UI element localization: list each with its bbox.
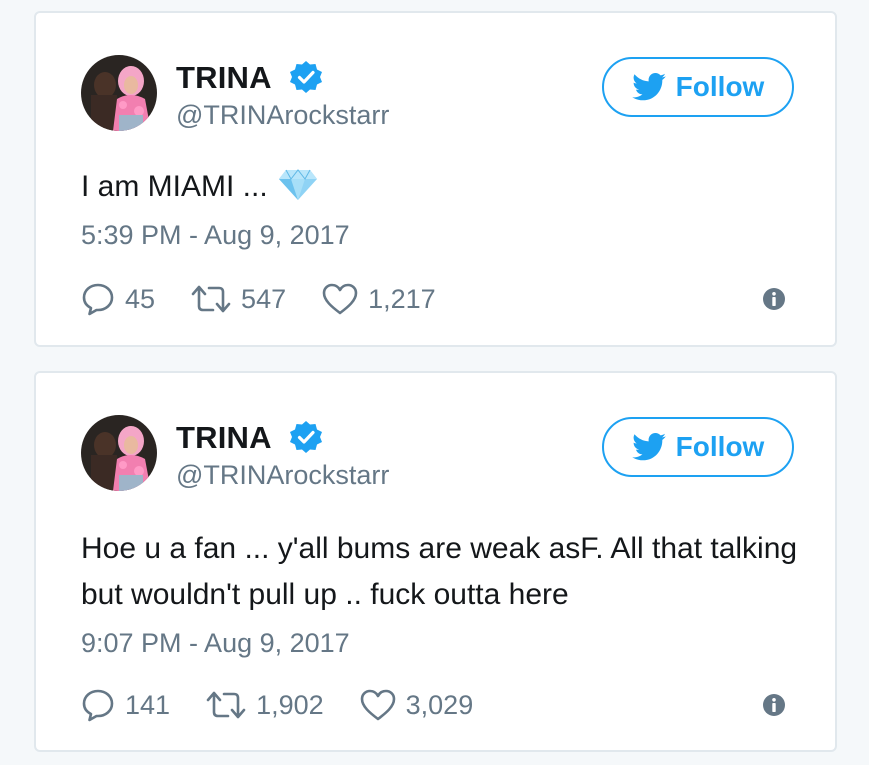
info-icon[interactable] — [762, 287, 786, 311]
user-handle[interactable]: @TRINArockstarr — [176, 100, 389, 131]
retweet-icon — [206, 691, 246, 719]
tweet-card: TRINA @TRINArockstarr Follow Hoe u a fan… — [34, 371, 837, 752]
tweet-body: I am MIAMI ... — [81, 170, 268, 203]
tweet-actions: 45 547 1,217 — [81, 282, 472, 316]
reply-icon — [82, 689, 114, 722]
retweet-count: 547 — [241, 283, 287, 314]
verified-badge-icon — [290, 421, 322, 453]
retweet-button[interactable]: 547 — [191, 284, 286, 315]
retweet-icon — [191, 285, 231, 313]
twitter-bird-icon — [631, 433, 666, 461]
tweet-text: Hoe u a fan ... y'all bums are weak asF.… — [81, 532, 798, 611]
reply-count: 45 — [125, 283, 156, 314]
reply-button[interactable]: 141 — [81, 688, 170, 722]
user-handle[interactable]: @TRINArockstarr — [176, 460, 389, 491]
heart-icon — [360, 689, 395, 721]
diamond-icon — [278, 169, 317, 200]
verified-badge-icon — [290, 61, 322, 93]
tweet-card: TRINA @TRINArockstarr Follow I am MIAMI … — [34, 11, 837, 347]
reply-count: 141 — [125, 689, 171, 720]
like-count: 1,217 — [368, 283, 436, 314]
avatar[interactable] — [81, 55, 157, 131]
tweet-actions: 141 1,902 3,029 — [81, 688, 509, 722]
tweet-text: I am MIAMI ... — [81, 164, 801, 210]
retweet-button[interactable]: 1,902 — [206, 690, 324, 721]
like-button[interactable]: 1,217 — [322, 283, 436, 315]
tweet-timestamp[interactable]: 5:39 PM - Aug 9, 2017 — [81, 220, 350, 251]
heart-icon — [322, 283, 358, 315]
tweet-timestamp[interactable]: 9:07 PM - Aug 9, 2017 — [81, 628, 350, 659]
info-icon[interactable] — [762, 693, 786, 717]
reply-button[interactable]: 45 — [81, 282, 155, 316]
follow-button[interactable]: Follow — [602, 57, 794, 117]
display-name[interactable]: TRINA — [176, 420, 272, 456]
follow-label: Follow — [675, 431, 765, 462]
like-button[interactable]: 3,029 — [360, 689, 474, 721]
like-count: 3,029 — [405, 689, 474, 720]
avatar[interactable] — [81, 415, 157, 491]
reply-icon — [82, 283, 114, 316]
follow-label: Follow — [675, 71, 765, 102]
follow-button[interactable]: Follow — [602, 417, 794, 477]
display-name[interactable]: TRINA — [176, 60, 272, 96]
twitter-bird-icon — [631, 73, 666, 101]
retweet-count: 1,902 — [256, 689, 324, 720]
